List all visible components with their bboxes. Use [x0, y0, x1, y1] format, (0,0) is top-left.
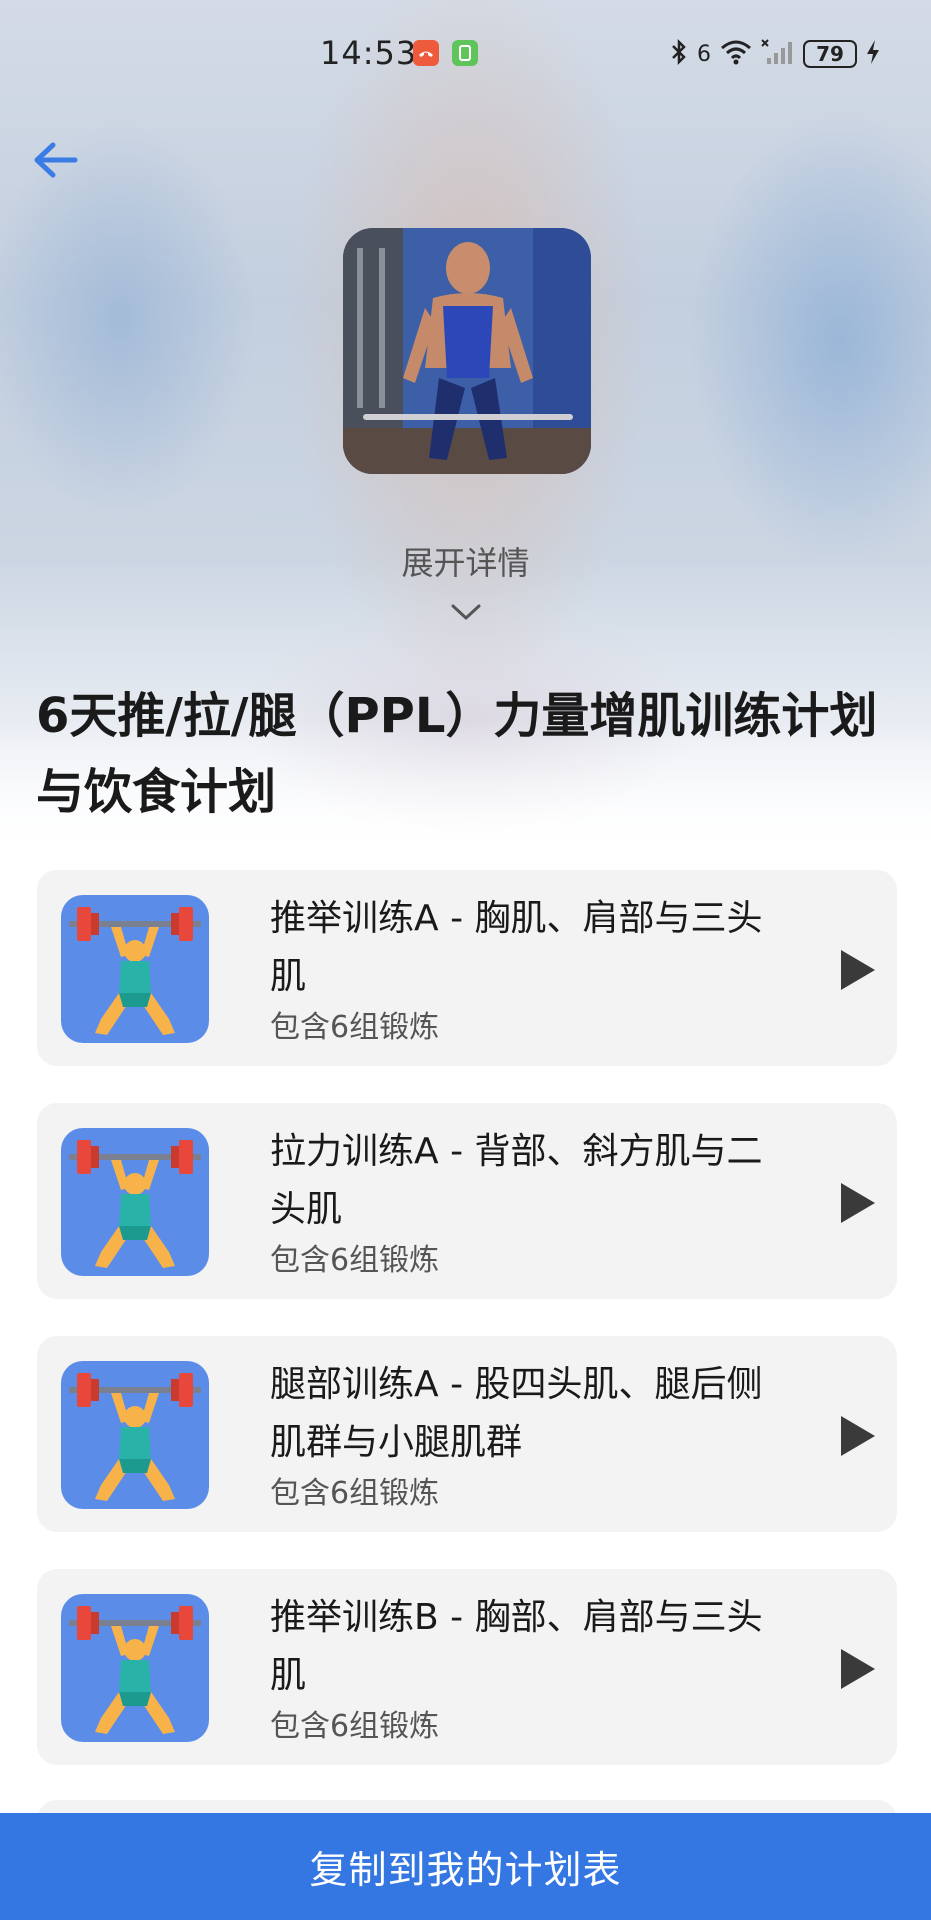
workout-name: 拉力训练A - 背部、斜方肌与二头肌: [270, 1131, 763, 1230]
cell-signal-icon: [761, 38, 795, 70]
status-bar: 14:53 6 79: [0, 28, 931, 78]
workout-name: 推举训练B - 胸部、肩部与三头肌: [270, 1597, 763, 1696]
sim-card-icon: [452, 40, 478, 66]
workout-card[interactable]: 拉力训练A - 背部、斜方肌与二头肌 包含6组锻炼: [37, 1103, 897, 1299]
play-icon[interactable]: [839, 948, 877, 992]
expand-details-label[interactable]: 展开详情: [0, 538, 931, 584]
workout-list: 推举训练A - 胸肌、肩部与三头肌 包含6组锻炼 拉力训练A - 背部、斜方肌与…: [37, 870, 897, 1802]
weightlifter-icon: [61, 895, 209, 1043]
weightlifter-icon: [61, 1594, 209, 1742]
plan-cover-image: [343, 228, 591, 474]
workout-card[interactable]: 腿部训练A - 股四头肌、腿后侧肌群与小腿肌群 包含6组锻炼: [37, 1336, 897, 1532]
workout-name: 腿部训练A - 股四头肌、腿后侧肌群与小腿肌群: [270, 1364, 763, 1463]
weightlifter-icon: [61, 1361, 209, 1509]
workout-card[interactable]: 推举训练B - 胸部、肩部与三头肌 包含6组锻炼: [37, 1569, 897, 1765]
charging-icon: [865, 38, 881, 70]
workout-exercise-count: 包含6组锻炼: [270, 1243, 440, 1278]
back-button[interactable]: [28, 132, 84, 188]
workout-exercise-count: 包含6组锻炼: [270, 1709, 440, 1744]
play-icon[interactable]: [839, 1414, 877, 1458]
workout-exercise-count: 包含6组锻炼: [270, 1010, 440, 1045]
workout-card[interactable]: 推举训练A - 胸肌、肩部与三头肌 包含6组锻炼: [37, 870, 897, 1066]
play-icon[interactable]: [839, 1181, 877, 1225]
bluetooth-icon: [669, 38, 689, 70]
arrow-left-icon: [34, 142, 78, 178]
workout-exercise-count: 包含6组锻炼: [270, 1476, 440, 1511]
play-icon[interactable]: [839, 1647, 877, 1691]
chevron-down-icon[interactable]: [449, 600, 483, 624]
wifi-icon: [719, 38, 753, 70]
workout-name: 推举训练A - 胸肌、肩部与三头肌: [270, 898, 763, 997]
battery-indicator: 79: [803, 40, 857, 68]
copy-to-my-plan-button[interactable]: 复制到我的计划表: [0, 1813, 931, 1920]
network-type-label: 6: [697, 41, 711, 67]
plan-title: 6天推/拉/腿（PPL）力量增肌训练计划与饮食计划: [36, 688, 878, 820]
status-time: 14:53: [320, 34, 418, 72]
missed-call-icon: [413, 40, 439, 66]
weightlifter-icon: [61, 1128, 209, 1276]
